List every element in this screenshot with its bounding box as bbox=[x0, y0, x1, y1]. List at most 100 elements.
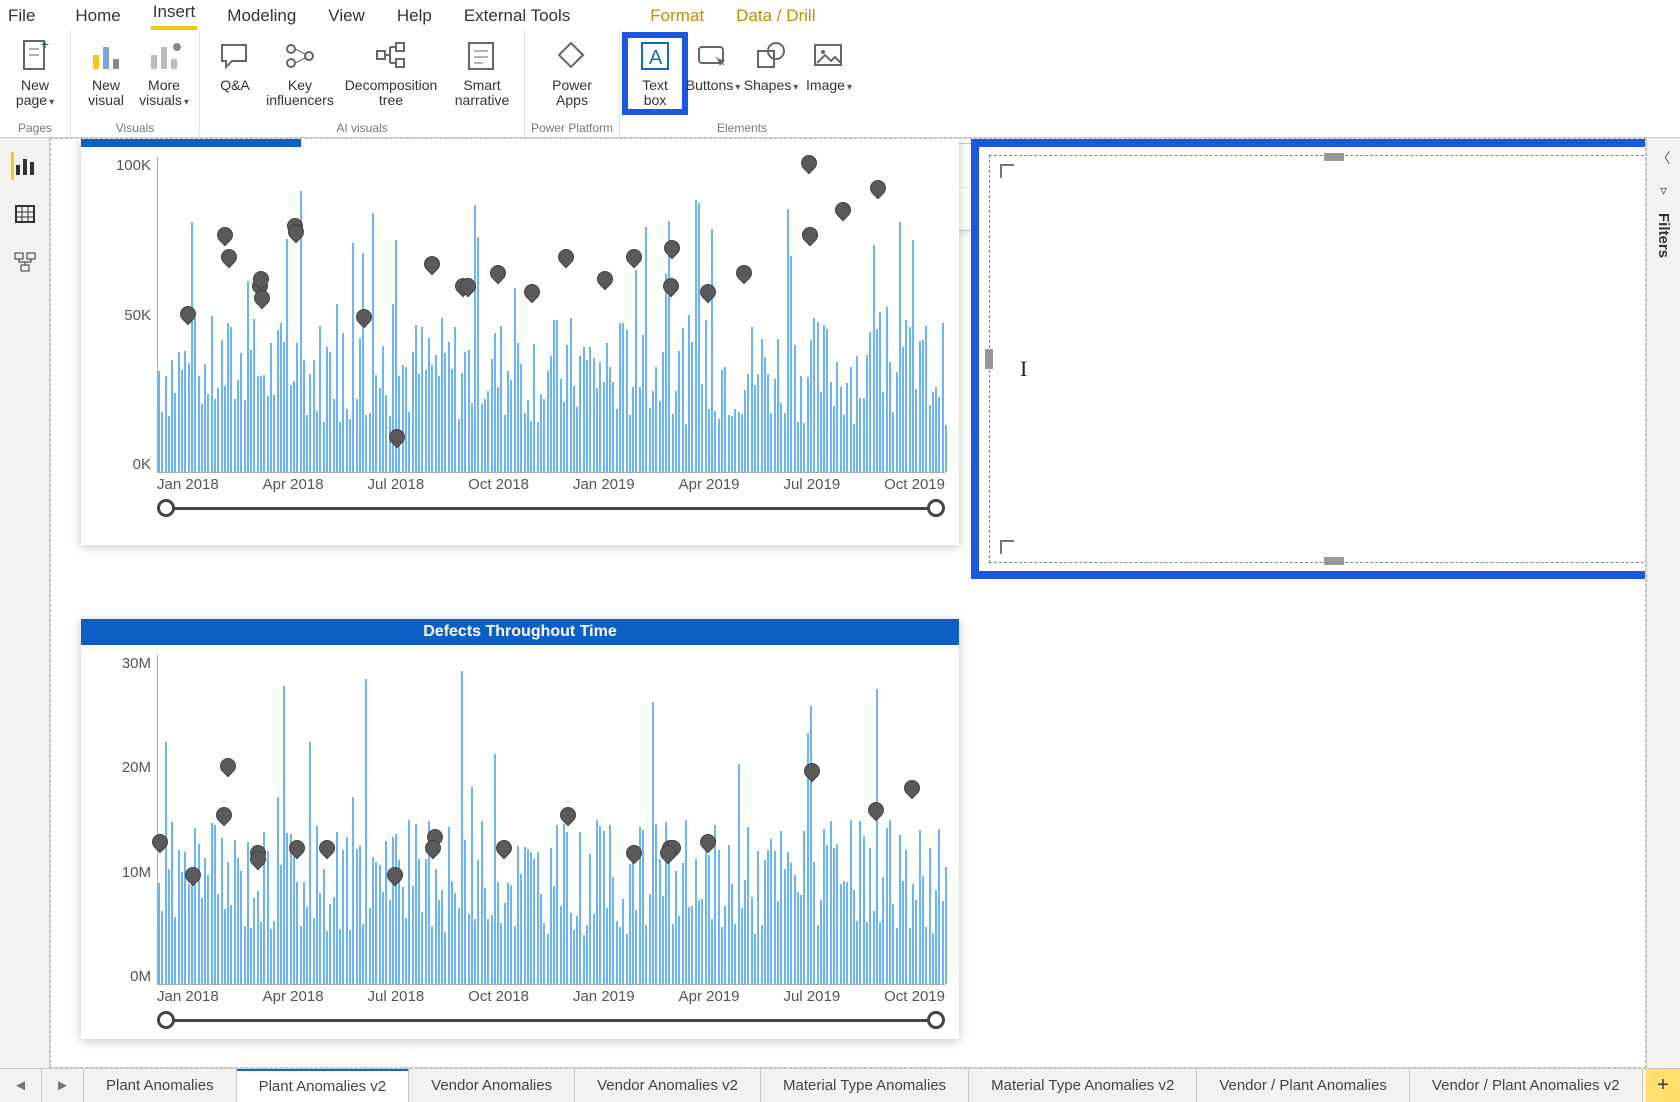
ribbon-group-visuals-label: Visuals bbox=[116, 121, 154, 137]
chart-bottom-title: Defects Throughout Time bbox=[81, 619, 959, 645]
anomaly-marker[interactable] bbox=[521, 281, 544, 304]
anomaly-marker[interactable] bbox=[212, 804, 235, 827]
anomaly-marker[interactable] bbox=[697, 281, 720, 304]
view-switcher-rail bbox=[0, 138, 50, 1068]
chart-bottom-x-axis: Jan 2018Apr 2018 Jul 2018Oct 2018 Jan 20… bbox=[157, 988, 945, 1005]
anomaly-marker[interactable] bbox=[623, 246, 646, 269]
anomaly-marker[interactable] bbox=[798, 151, 821, 174]
ribbon-group-elements-label: Elements bbox=[717, 121, 767, 137]
table-icon bbox=[14, 203, 36, 225]
menu-external-tools[interactable]: External Tools bbox=[462, 2, 572, 30]
expand-filters-icon[interactable]: 〈 bbox=[1657, 148, 1671, 168]
anomaly-marker[interactable] bbox=[799, 224, 822, 247]
menu-data-drill[interactable]: Data / Drill bbox=[734, 2, 817, 30]
page-tab[interactable]: Vendor Anomalies v2 bbox=[575, 1069, 761, 1102]
menu-bar: File Home Insert Modeling View Help Exte… bbox=[0, 0, 1680, 30]
menu-help[interactable]: Help bbox=[395, 2, 434, 30]
buttons-button[interactable]: Buttons bbox=[684, 36, 742, 95]
anomaly-chart-bottom[interactable]: Defects Throughout Time 30M 20M 10M 0M J… bbox=[81, 619, 959, 1039]
ribbon-group-pages-label: Pages bbox=[18, 121, 52, 137]
anomaly-marker[interactable] bbox=[217, 246, 240, 269]
filters-funnel-icon: ▿ bbox=[1660, 182, 1667, 199]
power-apps-button[interactable]: Power Apps bbox=[536, 36, 608, 111]
add-page-button[interactable]: + bbox=[1646, 1069, 1680, 1102]
anomaly-marker[interactable] bbox=[492, 837, 515, 860]
anomaly-marker[interactable] bbox=[732, 262, 755, 285]
tab-scroll-left[interactable]: ◄ bbox=[0, 1069, 42, 1102]
page-tab[interactable]: Vendor / Plant Anomalies bbox=[1197, 1069, 1410, 1102]
page-tab[interactable]: Vendor Anomalies bbox=[409, 1069, 575, 1102]
text-box-icon: A bbox=[637, 38, 673, 74]
page-tab[interactable]: Material Type Anomalies v2 bbox=[969, 1069, 1197, 1102]
smart-narrative-button[interactable]: Smartnarrative bbox=[446, 36, 518, 111]
text-box-editor[interactable]: I bbox=[989, 155, 1646, 563]
page-tab[interactable]: Material Type Anomalies bbox=[761, 1069, 969, 1102]
filters-label: Filters bbox=[1655, 213, 1672, 258]
menu-view[interactable]: View bbox=[326, 2, 367, 30]
chart-bottom-date-slider[interactable] bbox=[157, 1011, 945, 1029]
anomaly-marker[interactable] bbox=[865, 798, 888, 821]
anomaly-marker[interactable] bbox=[901, 776, 924, 799]
page-tab[interactable]: Plant Anomalies bbox=[84, 1069, 237, 1102]
image-icon bbox=[811, 38, 847, 74]
shapes-button[interactable]: Shapes bbox=[742, 36, 800, 95]
model-icon bbox=[14, 251, 36, 273]
buttons-icon bbox=[695, 38, 731, 74]
ribbon-group-pages: + Newpage Pages bbox=[0, 30, 70, 137]
menu-home[interactable]: Home bbox=[73, 2, 122, 30]
qa-button[interactable]: Q&A bbox=[206, 36, 264, 95]
anomaly-marker[interactable] bbox=[217, 754, 240, 777]
anomaly-marker[interactable] bbox=[421, 252, 444, 275]
page-tab-strip: ◄ ► Plant AnomaliesPlant Anomalies v2Ven… bbox=[0, 1068, 1680, 1102]
image-button[interactable]: Image bbox=[800, 36, 858, 95]
ribbon-group-pp-label: Power Platform bbox=[531, 121, 613, 137]
new-text-box-visual[interactable]: I bbox=[971, 139, 1646, 579]
new-page-icon: + bbox=[17, 38, 53, 74]
chart-top-title bbox=[81, 139, 301, 147]
power-apps-icon bbox=[554, 38, 590, 74]
ribbon-group-visuals: Newvisual Morevisuals Visuals bbox=[70, 30, 199, 137]
speech-bubble-icon bbox=[217, 38, 253, 74]
report-view-button[interactable] bbox=[11, 152, 39, 180]
more-visuals-label: Morevisuals bbox=[139, 78, 189, 109]
anomaly-marker[interactable] bbox=[384, 864, 407, 887]
anomaly-marker[interactable] bbox=[554, 246, 577, 269]
anomaly-marker[interactable] bbox=[661, 236, 684, 259]
text-cursor-icon: I bbox=[1020, 356, 1027, 382]
page-tab[interactable]: Plant Anomalies v2 bbox=[237, 1069, 410, 1102]
more-visuals-button[interactable]: Morevisuals bbox=[135, 36, 193, 111]
more-visuals-icon bbox=[146, 38, 182, 74]
model-view-button[interactable] bbox=[11, 248, 39, 276]
smart-narrative-icon bbox=[464, 38, 500, 74]
decomposition-tree-button[interactable]: Decompositiontree bbox=[336, 36, 446, 111]
key-influencers-button[interactable]: Keyinfluencers bbox=[264, 36, 336, 111]
filters-pane-collapsed[interactable]: 〈 ▿ Filters bbox=[1646, 138, 1680, 1068]
anomaly-marker[interactable] bbox=[801, 760, 824, 783]
menu-format[interactable]: Format bbox=[648, 2, 706, 30]
tab-scroll-right[interactable]: ► bbox=[42, 1069, 84, 1102]
chart-bottom-plot bbox=[157, 655, 945, 985]
anomaly-marker[interactable] bbox=[214, 224, 237, 247]
data-view-button[interactable] bbox=[11, 200, 39, 228]
anomaly-marker[interactable] bbox=[867, 177, 890, 200]
chart-top-date-slider[interactable] bbox=[157, 499, 945, 517]
anomaly-marker[interactable] bbox=[831, 199, 854, 222]
page-tab[interactable]: Vendor / Plant Anomalies v2 bbox=[1410, 1069, 1643, 1102]
anomaly-marker[interactable] bbox=[593, 268, 616, 291]
ribbon: + Newpage Pages Newvisual Morevisuals Vi… bbox=[0, 30, 1680, 138]
menu-file[interactable]: File bbox=[6, 2, 45, 30]
anomaly-marker[interactable] bbox=[487, 262, 510, 285]
anomaly-marker[interactable] bbox=[557, 804, 580, 827]
anomaly-marker[interactable] bbox=[315, 837, 338, 860]
ribbon-group-power-platform: Power Apps Power Platform bbox=[524, 30, 619, 137]
new-page-button[interactable]: + Newpage bbox=[6, 36, 64, 111]
anomaly-chart-top[interactable]: 100K 50K 0K Jan 2018Apr 2018 Jul 2018Oct… bbox=[81, 139, 959, 545]
new-visual-label: Newvisual bbox=[88, 78, 124, 109]
new-visual-button[interactable]: Newvisual bbox=[77, 36, 135, 111]
anomaly-marker[interactable] bbox=[660, 274, 683, 297]
menu-modeling[interactable]: Modeling bbox=[225, 2, 298, 30]
menu-insert[interactable]: Insert bbox=[151, 0, 198, 30]
anomaly-marker[interactable] bbox=[177, 303, 200, 326]
text-box-button[interactable]: A Textbox bbox=[626, 36, 684, 111]
report-canvas[interactable]: Segoe UI 10 A ▾ B I U +Value Rev bbox=[50, 138, 1646, 1068]
